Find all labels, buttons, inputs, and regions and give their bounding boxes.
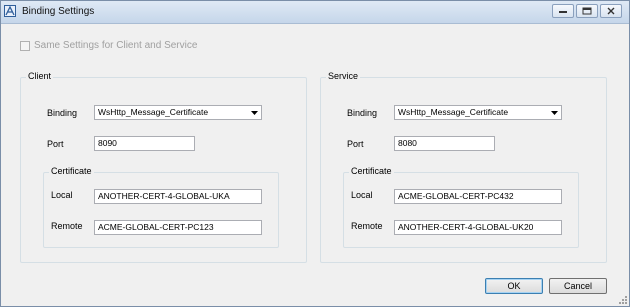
- minimize-icon: [559, 11, 567, 13]
- client-remote-input[interactable]: ACME-GLOBAL-CERT-PC123: [94, 220, 262, 235]
- client-group: Client Binding WsHttp_Message_Certificat…: [20, 71, 307, 263]
- minimize-button[interactable]: [552, 4, 574, 18]
- service-group: Service Binding WsHttp_Message_Certifica…: [320, 71, 607, 263]
- client-remote-value: ACME-GLOBAL-CERT-PC123: [98, 222, 214, 232]
- client-binding-select[interactable]: WsHttp_Message_Certificate: [94, 105, 262, 120]
- binding-settings-window: Binding Settings Same Settings for Clien…: [0, 0, 630, 307]
- service-port-input[interactable]: 8080: [394, 136, 495, 151]
- close-button[interactable]: [600, 4, 622, 18]
- service-port-label: Port: [347, 139, 364, 149]
- client-port-value: 8090: [98, 138, 117, 148]
- service-remote-value: ANOTHER-CERT-4-GLOBAL-UK20: [398, 222, 534, 232]
- chevron-down-icon: [251, 111, 258, 115]
- client-binding-label: Binding: [47, 108, 78, 118]
- close-icon: [607, 7, 615, 15]
- window-title: Binding Settings: [22, 6, 95, 17]
- service-binding-label: Binding: [347, 108, 378, 118]
- same-settings-checkbox[interactable]: [20, 41, 30, 51]
- client-binding-value: WsHttp_Message_Certificate: [98, 107, 209, 117]
- app-icon: [4, 5, 16, 17]
- ok-button[interactable]: OK: [485, 278, 543, 294]
- service-remote-input[interactable]: ANOTHER-CERT-4-GLOBAL-UK20: [394, 220, 562, 235]
- client-certificate-title: Certificate: [49, 166, 94, 176]
- client-remote-label: Remote: [51, 221, 83, 231]
- resize-grip-icon[interactable]: [617, 294, 627, 304]
- service-certificate-title: Certificate: [349, 166, 394, 176]
- service-local-input[interactable]: ACME-GLOBAL-CERT-PC432: [394, 189, 562, 204]
- service-local-value: ACME-GLOBAL-CERT-PC432: [398, 191, 514, 201]
- cancel-button[interactable]: Cancel: [549, 278, 607, 294]
- service-binding-value: WsHttp_Message_Certificate: [398, 107, 509, 117]
- service-local-label: Local: [351, 190, 373, 200]
- service-binding-select[interactable]: WsHttp_Message_Certificate: [394, 105, 562, 120]
- client-certificate-group: Certificate Local ANOTHER-CERT-4-GLOBAL-…: [43, 166, 279, 248]
- same-settings-label: Same Settings for Client and Service: [34, 40, 198, 51]
- client-group-title: Client: [26, 71, 54, 81]
- service-port-value: 8080: [398, 138, 417, 148]
- client-local-label: Local: [51, 190, 73, 200]
- client-local-value: ANOTHER-CERT-4-GLOBAL-UKA: [98, 191, 230, 201]
- service-group-title: Service: [326, 71, 361, 81]
- title-bar[interactable]: Binding Settings: [1, 1, 629, 24]
- client-local-input[interactable]: ANOTHER-CERT-4-GLOBAL-UKA: [94, 189, 262, 204]
- client-port-input[interactable]: 8090: [94, 136, 195, 151]
- maximize-icon: [582, 7, 592, 15]
- chevron-down-icon: [551, 111, 558, 115]
- client-port-label: Port: [47, 139, 64, 149]
- service-certificate-group: Certificate Local ACME-GLOBAL-CERT-PC432…: [343, 166, 579, 248]
- service-remote-label: Remote: [351, 221, 383, 231]
- maximize-button[interactable]: [576, 4, 598, 18]
